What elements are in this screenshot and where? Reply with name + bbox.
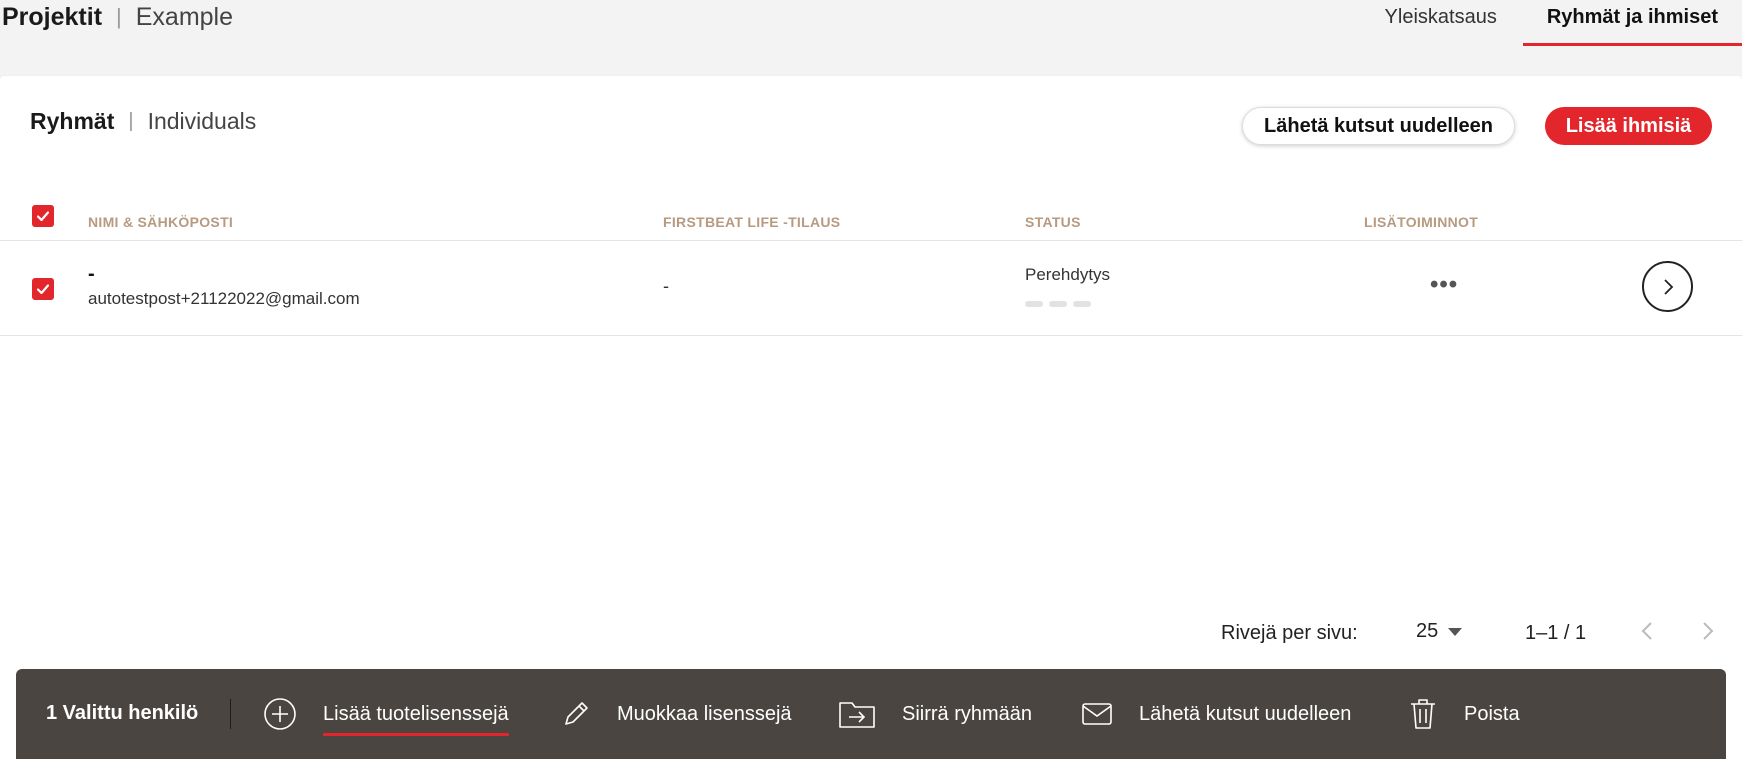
person-subscription: - — [663, 276, 669, 296]
check-icon — [36, 211, 50, 222]
delete-label: Poista — [1464, 702, 1520, 725]
envelope-icon — [1081, 702, 1113, 726]
table-row[interactable]: - autotestpost+21122022@gmail.com - Pere… — [0, 241, 1742, 336]
view-toggle-groups[interactable]: Ryhmät — [30, 108, 114, 135]
pagination: Rivejä per sivu: 25 1–1 / 1 — [0, 616, 1742, 652]
rows-per-page-value: 25 — [1416, 620, 1439, 642]
chevron-right-icon — [1703, 622, 1714, 640]
move-to-group-label: Siirrä ryhmään — [902, 702, 1033, 725]
add-product-licenses-label: Lisää tuotelisenssejä — [323, 703, 509, 736]
column-header-actions: LISÄTOIMINNOT — [1364, 214, 1479, 230]
column-header-status[interactable]: STATUS — [1025, 214, 1081, 230]
add-people-button[interactable]: Lisää ihmisiä — [1545, 107, 1712, 145]
pencil-icon — [561, 699, 591, 729]
chevron-right-icon — [1663, 278, 1673, 295]
add-product-licenses-button[interactable]: Lisää tuotelisenssejä — [263, 691, 509, 737]
plus-circle-icon — [263, 697, 297, 731]
rows-per-page-label: Rivejä per sivu: — [1221, 622, 1358, 644]
edit-licenses-label: Muokkaa lisenssejä — [617, 702, 792, 725]
page-range: 1–1 / 1 — [1525, 622, 1587, 644]
resend-invites-button[interactable]: Lähetä kutsut uudelleen — [1242, 107, 1515, 145]
people-card: Ryhmät | Individuals Lähetä kutsut uudel… — [0, 76, 1742, 759]
view-toggle-separator: | — [128, 110, 134, 132]
next-page-button[interactable] — [1701, 620, 1715, 648]
top-bar: Projektit | Example Yleiskatsaus Ryhmät … — [0, 0, 1742, 46]
person-email: autotestpost+21122022@gmail.com — [88, 289, 360, 308]
card-title: Ryhmät | Individuals — [30, 108, 256, 135]
top-tabs: Yleiskatsaus Ryhmät ja ihmiset — [1361, 0, 1742, 46]
resend-invites-action-label: Lähetä kutsut uudelleen — [1139, 702, 1352, 725]
edit-licenses-button[interactable]: Muokkaa lisenssejä — [561, 691, 792, 737]
selection-action-bar: 1 Valittu henkilö Lisää tuotelisenssejä … — [16, 669, 1726, 759]
progress-step — [1073, 301, 1091, 307]
table-header: NIMI & SÄHKÖPOSTI FIRSTBEAT LIFE -TILAUS… — [0, 184, 1742, 241]
column-header-subscription[interactable]: FIRSTBEAT LIFE -TILAUS — [663, 214, 840, 230]
move-to-group-button[interactable]: Siirrä ryhmään — [838, 691, 1032, 737]
person-status: Perehdytys — [1025, 265, 1111, 284]
view-toggle-individuals[interactable]: Individuals — [148, 108, 257, 135]
column-header-name[interactable]: NIMI & SÄHKÖPOSTI — [88, 214, 233, 230]
trash-icon — [1408, 698, 1438, 730]
rows-per-page-select[interactable]: 25 — [1416, 620, 1463, 643]
open-person-button[interactable] — [1642, 261, 1693, 312]
divider — [230, 699, 231, 729]
status-progress — [1025, 301, 1091, 307]
chevron-left-icon — [1641, 622, 1652, 640]
breadcrumb-projects[interactable]: Projektit — [2, 3, 102, 32]
delete-button[interactable]: Poista — [1408, 691, 1520, 737]
person-name: - — [88, 263, 95, 285]
more-options-icon[interactable]: ••• — [1430, 271, 1458, 299]
breadcrumb-project-name: Example — [135, 2, 234, 31]
resend-invites-action-button[interactable]: Lähetä kutsut uudelleen — [1081, 691, 1351, 737]
selected-count: 1 Valittu henkilö — [46, 702, 199, 724]
progress-step — [1025, 301, 1043, 307]
select-all-checkbox[interactable] — [32, 205, 54, 227]
folder-move-icon — [838, 699, 876, 729]
check-icon — [36, 284, 50, 295]
row-checkbox[interactable] — [32, 278, 54, 300]
breadcrumb-separator: | — [116, 4, 122, 29]
caret-down-icon — [1448, 627, 1463, 636]
previous-page-button[interactable] — [1640, 620, 1654, 648]
breadcrumb: Projektit | Example — [2, 2, 233, 32]
tab-overview[interactable]: Yleiskatsaus — [1361, 0, 1521, 46]
progress-step — [1049, 301, 1067, 307]
tab-groups-people[interactable]: Ryhmät ja ihmiset — [1522, 0, 1742, 46]
